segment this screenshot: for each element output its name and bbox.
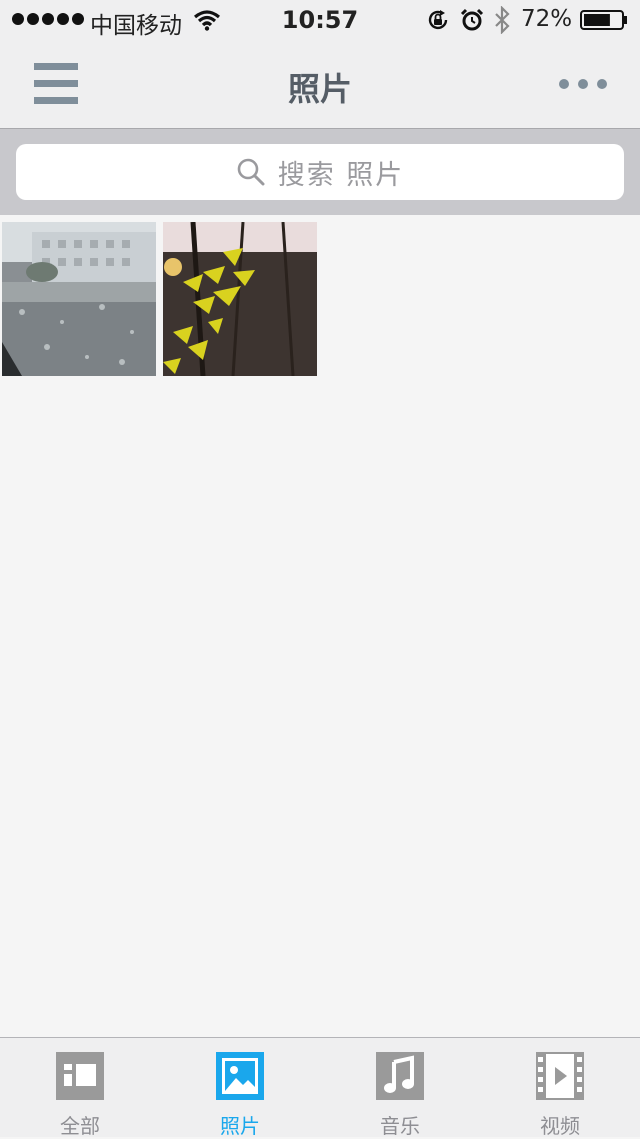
tab-photos[interactable]: 照片 <box>160 1038 320 1138</box>
tab-all[interactable]: 全部 <box>0 1038 160 1138</box>
tab-music[interactable]: 音乐 <box>320 1038 480 1138</box>
search-placeholder: 搜索 照片 <box>277 159 405 191</box>
photos-icon <box>216 1052 264 1100</box>
tab-label: 全部 <box>60 1114 100 1138</box>
tab-video[interactable]: 视频 <box>480 1038 640 1138</box>
photo-rainy-street <box>2 222 156 376</box>
search-bar: 搜索 照片 <box>0 129 640 215</box>
rotation-lock-icon <box>428 10 448 30</box>
photo-grid <box>0 215 640 1037</box>
alarm-icon <box>460 8 484 31</box>
navigation-bar: 照片 <box>0 40 640 129</box>
photo-yellow-flowers <box>163 222 317 376</box>
more-icon[interactable] <box>554 70 614 98</box>
battery-percent: 72% <box>521 6 573 32</box>
search-input[interactable]: 搜索 照片 <box>16 144 624 200</box>
page-title: 照片 <box>287 70 352 108</box>
video-icon <box>536 1052 584 1100</box>
photo-thumbnail[interactable] <box>2 222 156 376</box>
status-bar: 中国移动 10:57 72% <box>0 0 640 40</box>
music-icon <box>376 1052 424 1100</box>
battery-icon <box>580 10 627 30</box>
bluetooth-icon <box>495 6 510 34</box>
tab-label: 音乐 <box>380 1114 420 1138</box>
tab-label: 照片 <box>220 1114 260 1138</box>
all-files-icon <box>56 1052 104 1100</box>
tab-label: 视频 <box>540 1114 580 1138</box>
photo-thumbnail[interactable] <box>163 222 317 376</box>
tab-bar: 全部 照片 音乐 视频 <box>0 1037 640 1138</box>
search-icon <box>237 158 265 186</box>
